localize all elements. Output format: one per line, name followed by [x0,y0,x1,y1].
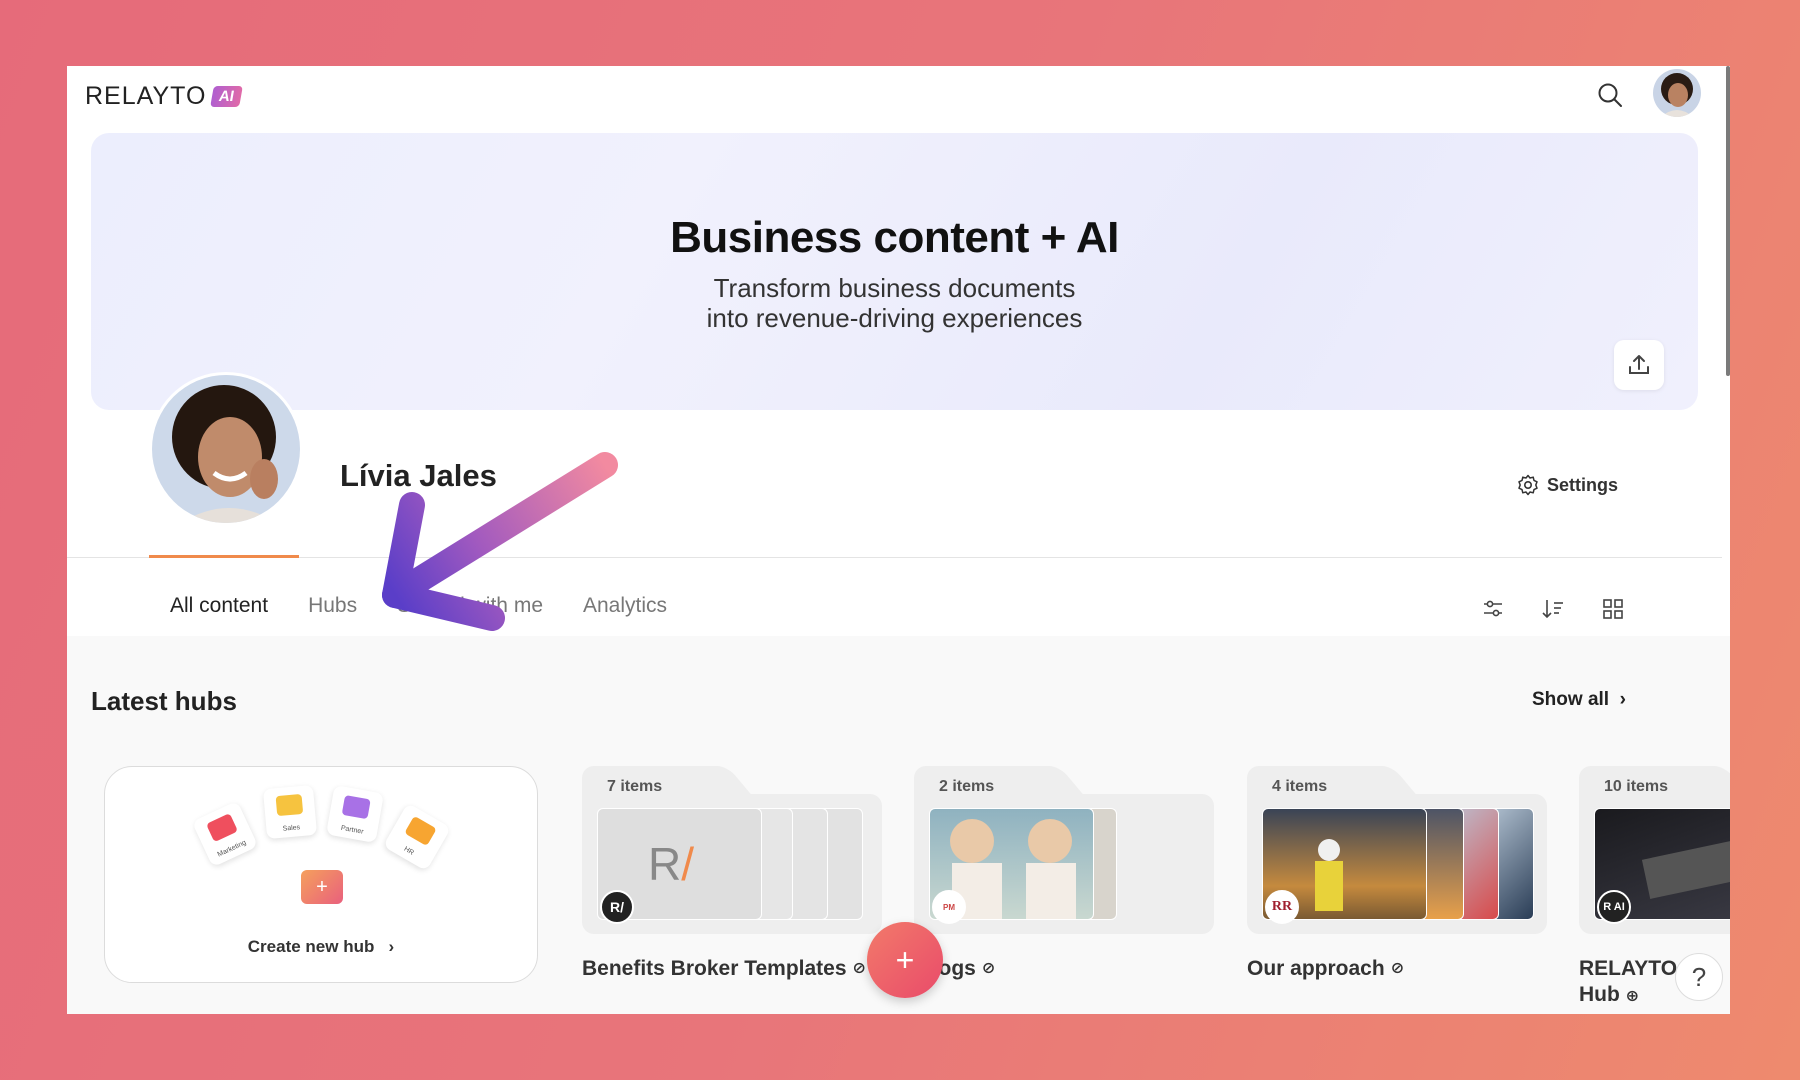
banner-subtitle: Transform business documents into revenu… [91,273,1698,333]
content-tabs: All content Hubs Shared with me Analytic… [170,594,667,618]
logo[interactable]: RELAYTO AI [85,82,244,111]
add-content-button[interactable]: + [867,922,943,998]
hero-banner: Business content + AI Transform business… [91,133,1698,410]
hub-title: Benefits Broker Templates [582,957,847,980]
section-title: Latest hubs [91,686,237,716]
hub-item-count: 4 items [1272,778,1328,795]
chevron-right-icon: › [379,937,395,956]
create-hub-text: Create new hub [247,937,375,956]
chevron-right-icon: › [1614,689,1626,710]
tab-hubs[interactable]: Hubs [308,594,357,618]
folder-label-sales: Sales [282,824,301,833]
logo-ai-badge: AI [210,86,244,107]
create-hub-label: Create new hub › [105,937,537,957]
hub-title: Our approach [1247,957,1385,980]
hidden-eye-icon: ⊘ [852,960,866,977]
app-window: RELAYTO AI Business content + AI Transfo… [67,66,1730,1014]
add-folder-icon: + [301,870,343,904]
hub-name: Our approach ⊘ [1247,956,1547,982]
hub-card[interactable]: 2 items PM talogs ⊘ [914,766,1214,982]
hub-owner-badge: R/ [600,890,634,924]
hub-folder: 4 items RR [1247,766,1547,934]
create-hub-card[interactable]: Marketing Sales Partner HR + Create new … [104,766,538,983]
profile-name: Lívia Jales [340,458,497,493]
folder-card-hr: HR [382,802,452,872]
grid-view-icon[interactable] [1598,594,1628,624]
sort-icon[interactable] [1538,594,1568,624]
settings-label: Settings [1547,474,1619,495]
banner-subtitle-line2: into revenue-driving experiences [706,303,1083,333]
filter-icon[interactable] [1478,594,1508,624]
hub-owner-badge: RR [1265,890,1299,924]
hidden-eye-icon: ⊘ [981,960,996,977]
hub-owner-badge: PM [932,890,966,924]
hub-name: talogs ⊘ [914,956,1214,982]
hub-item-count: 2 items [939,778,995,795]
globe-icon: ⊕ [1625,988,1640,1005]
tab-shared-with-me[interactable]: Shared with me [397,594,543,618]
logo-text: RELAYTO [85,82,207,110]
help-icon[interactable]: ? [1675,953,1723,1001]
banner-title: Business content + AI [670,213,1119,262]
hub-name: Benefits Broker Templates ⊘ [582,956,882,982]
show-all-link[interactable]: Show all › [1532,689,1626,711]
hub-item-count: 10 items [1604,778,1669,795]
search-icon[interactable] [1592,77,1628,113]
profile-avatar[interactable] [149,372,303,526]
hidden-eye-icon: ⊘ [1390,960,1405,977]
folder-card-marketing: Marketing [191,800,259,868]
hub-folder: 10 items R AI [1579,766,1730,934]
upload-icon [1629,355,1649,374]
tabs-divider [67,557,1722,558]
hub-item-count: 7 items [607,778,663,795]
hub-card[interactable]: 4 items RR Our approach ⊘ [1247,766,1547,982]
active-tab-indicator [149,555,299,558]
show-all-label: Show all [1532,689,1610,710]
hub-folder: 2 items PM [914,766,1214,934]
tab-analytics[interactable]: Analytics [583,594,667,618]
gear-icon [1518,474,1538,496]
folder-card-partner: Partner [326,785,384,843]
tab-all-content[interactable]: All content [170,594,268,618]
upload-cover-button[interactable] [1614,340,1664,390]
hub-card[interactable]: 7 items R/ R/ Benefits Broker Templates … [582,766,882,982]
settings-button[interactable]: Settings [1517,474,1618,496]
folder-card-sales: Sales [262,784,318,840]
user-avatar[interactable] [1653,69,1701,117]
folder-label-partner: Partner [340,824,365,836]
hub-folder: 7 items R/ R/ [582,766,882,934]
hub-owner-badge: R AI [1597,890,1631,924]
scrollbar[interactable] [1726,66,1730,376]
banner-subtitle-line1: Transform business documents [713,273,1076,303]
